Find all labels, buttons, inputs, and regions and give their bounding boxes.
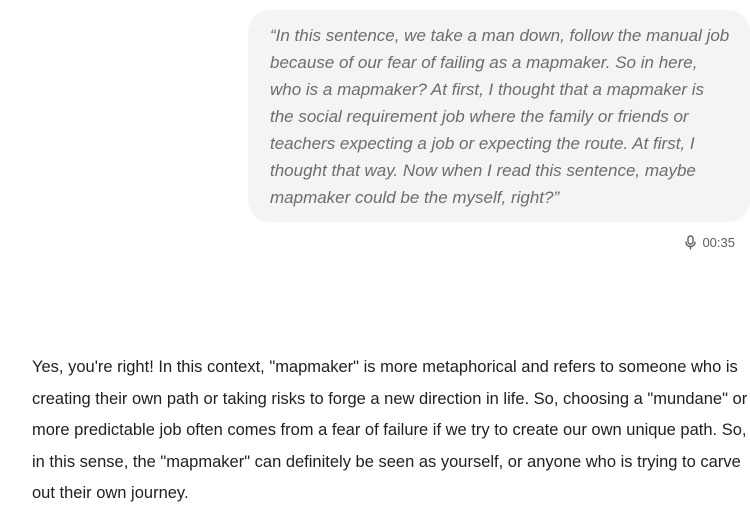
- voice-message-meta: 00:35: [684, 232, 735, 252]
- assistant-message-text: Yes, you're right! In this context, "map…: [32, 358, 748, 502]
- voice-duration: 00:35: [702, 234, 735, 250]
- chat-view: “In this sentence, we take a man down, f…: [0, 0, 750, 512]
- microphone-icon: [684, 234, 697, 250]
- user-message-bubble: “In this sentence, we take a man down, f…: [248, 10, 750, 222]
- user-message-text: “In this sentence, we take a man down, f…: [270, 26, 730, 207]
